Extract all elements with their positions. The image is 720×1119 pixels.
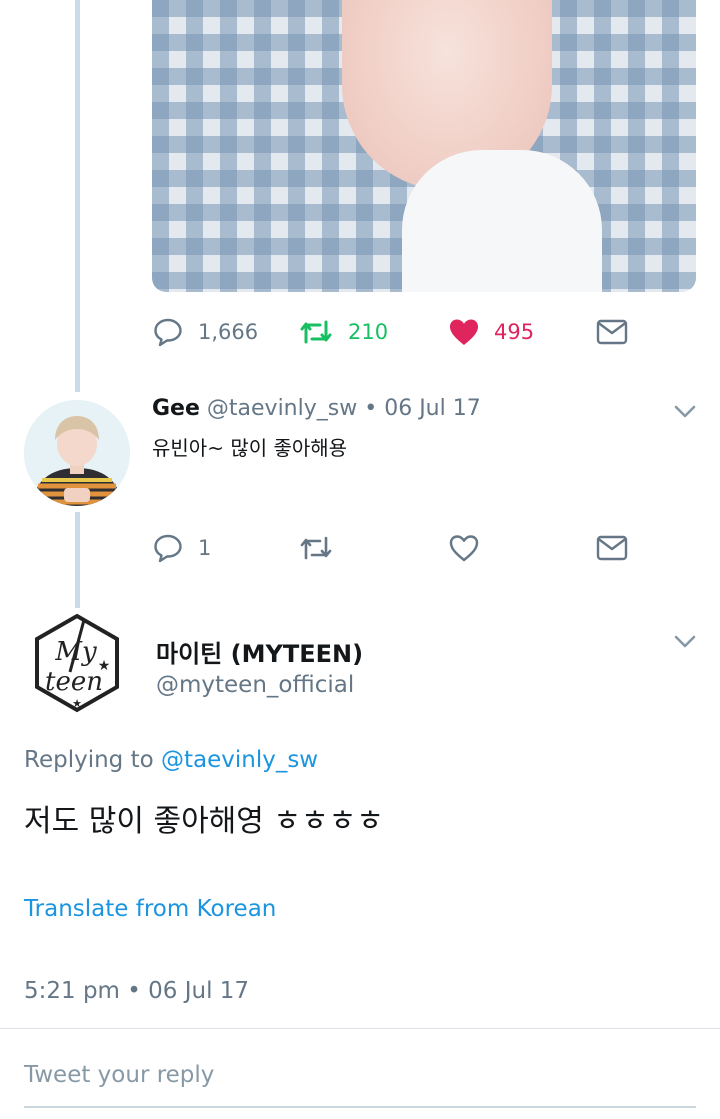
tweet-date[interactable]: 06 Jul 17 bbox=[384, 396, 481, 421]
retweet-button[interactable]: 210 bbox=[298, 312, 388, 352]
composer-underline bbox=[24, 1106, 696, 1108]
svg-text:My: My bbox=[54, 637, 97, 667]
retweet-count: 210 bbox=[348, 320, 389, 344]
separator: • bbox=[364, 396, 378, 421]
reply-count: 1 bbox=[198, 536, 212, 560]
display-name[interactable]: 마이틴 (MYTEEN) bbox=[156, 634, 363, 669]
avatar-image bbox=[24, 400, 130, 506]
tweet-text: 저도 많이 좋아해영 ㅎㅎㅎㅎ bbox=[24, 804, 384, 839]
chevron-down-icon bbox=[674, 405, 696, 418]
retweet-button[interactable] bbox=[298, 528, 334, 568]
reply-count: 1,666 bbox=[198, 320, 259, 344]
chevron-down-icon bbox=[674, 635, 696, 648]
reply-button[interactable]: 1,666 bbox=[152, 312, 258, 352]
svg-text:★: ★ bbox=[98, 658, 111, 674]
dm-button[interactable] bbox=[596, 528, 628, 568]
tweet-photo[interactable] bbox=[152, 0, 696, 292]
myteen-logo: My teen ★ ★ bbox=[35, 613, 119, 713]
svg-text:teen: teen bbox=[45, 667, 103, 697]
reply-composer[interactable]: Tweet your reply bbox=[24, 1062, 214, 1088]
reply-button[interactable]: 1 bbox=[152, 528, 211, 568]
dm-button[interactable] bbox=[596, 312, 628, 352]
reply-tweet-actions: 1 bbox=[152, 528, 632, 568]
prev-tweet-actions: 1,666 210 495 bbox=[152, 312, 632, 352]
reply-header: Gee @taevinly_sw • 06 Jul 17 bbox=[152, 396, 481, 421]
thread-line-bottom bbox=[75, 512, 80, 608]
reply-menu-button[interactable] bbox=[674, 404, 696, 423]
reply-icon bbox=[152, 532, 184, 564]
retweet-icon bbox=[298, 533, 334, 563]
handle[interactable]: @taevinly_sw bbox=[207, 396, 357, 421]
like-count: 495 bbox=[494, 320, 535, 344]
thread-line-top bbox=[75, 0, 80, 392]
svg-text:★: ★ bbox=[72, 697, 82, 710]
dm-icon bbox=[596, 319, 628, 345]
tweet-menu-button[interactable] bbox=[674, 634, 696, 653]
reply-icon bbox=[152, 316, 184, 348]
display-name[interactable]: Gee bbox=[152, 396, 200, 421]
heart-icon bbox=[448, 317, 480, 347]
tweet-timestamp[interactable]: 5:21 pm • 06 Jul 17 bbox=[24, 978, 249, 1004]
avatar[interactable]: My teen ★ ★ bbox=[24, 610, 130, 716]
heart-icon bbox=[448, 533, 480, 563]
like-button[interactable]: 495 bbox=[448, 312, 534, 352]
retweet-icon bbox=[298, 317, 334, 347]
replying-prefix: Replying to bbox=[24, 747, 154, 773]
dm-icon bbox=[596, 535, 628, 561]
divider bbox=[0, 1028, 720, 1029]
like-button[interactable] bbox=[448, 528, 480, 568]
replying-handle-link[interactable]: @taevinly_sw bbox=[161, 747, 318, 773]
handle[interactable]: @myteen_official bbox=[156, 672, 354, 698]
tweet-text: 유빈아~ 많이 좋아해용 bbox=[152, 436, 348, 460]
avatar[interactable] bbox=[24, 400, 130, 506]
translate-link[interactable]: Translate from Korean bbox=[24, 896, 276, 922]
replying-to: Replying to @taevinly_sw bbox=[24, 747, 318, 773]
composer-placeholder: Tweet your reply bbox=[24, 1062, 215, 1088]
